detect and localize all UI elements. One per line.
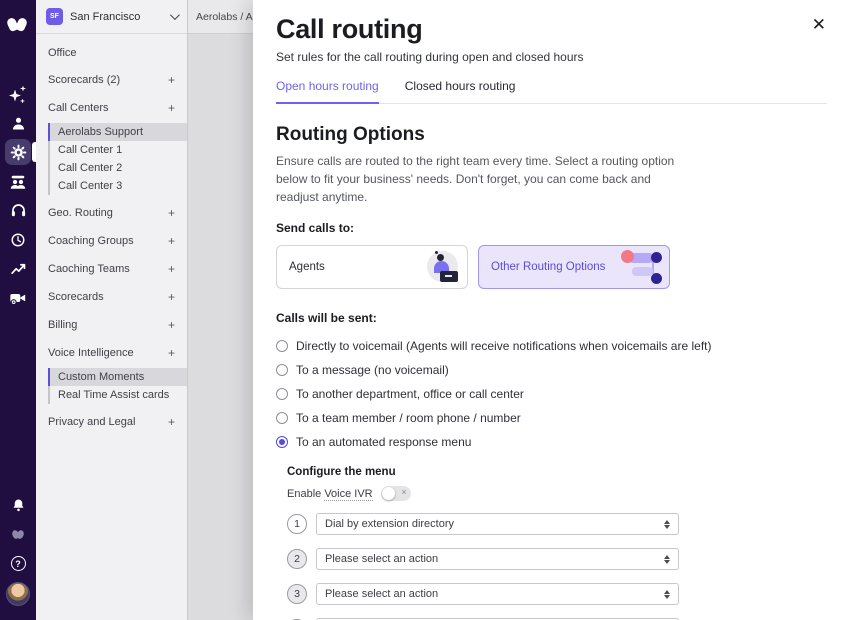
dialpad-logo-icon[interactable] bbox=[0, 8, 36, 44]
workspace-badge: SF bbox=[46, 8, 63, 25]
routing-tabs: Open hours routing Closed hours routing bbox=[276, 79, 827, 104]
radio-icon bbox=[276, 340, 288, 352]
user-avatar[interactable] bbox=[0, 578, 36, 610]
sidebar-nav: Office Scorecards (2)+ Call Centers+ Aer… bbox=[36, 34, 187, 436]
menu-row-1: 1 Dial by extension directory bbox=[287, 513, 827, 535]
workspace-name: San Francisco bbox=[70, 11, 163, 23]
contacts-person-icon[interactable] bbox=[0, 109, 36, 138]
agents-card[interactable]: Agents bbox=[276, 245, 468, 289]
meetings-camera-icon[interactable] bbox=[0, 283, 36, 312]
action-select-1[interactable]: Dial by extension directory bbox=[316, 513, 679, 535]
ai-sparkles-icon[interactable] bbox=[0, 80, 36, 109]
sidebar-item-office[interactable]: Office bbox=[36, 40, 187, 66]
menu-row-2: 2 Please select an action bbox=[287, 548, 827, 570]
notifications-bell-icon[interactable] bbox=[0, 491, 36, 520]
plus-icon: + bbox=[168, 290, 175, 304]
radio-icon bbox=[276, 388, 288, 400]
analytics-trend-icon[interactable] bbox=[0, 254, 36, 283]
sidebar-item-voice-intelligence[interactable]: Voice Intelligence+ bbox=[36, 339, 187, 367]
action-select-2[interactable]: Please select an action bbox=[316, 548, 679, 570]
routing-flow-illustration-icon bbox=[619, 249, 663, 285]
radio-team-member[interactable]: To a team member / room phone / number bbox=[276, 406, 827, 430]
key-number-badge: 1 bbox=[287, 514, 307, 534]
plus-icon: + bbox=[168, 206, 175, 220]
app-rail: ? bbox=[0, 0, 36, 620]
routing-options-description: Ensure calls are routed to the right tea… bbox=[276, 152, 684, 206]
menu-row-3: 3 Please select an action bbox=[287, 583, 827, 605]
workspace-selector[interactable]: SF San Francisco bbox=[36, 0, 187, 34]
tab-open-hours-routing[interactable]: Open hours routing bbox=[276, 79, 379, 104]
sidebar-item-custom-moments[interactable]: Custom Moments bbox=[48, 368, 187, 386]
close-icon[interactable]: ✕ bbox=[812, 16, 826, 33]
select-arrows-icon bbox=[664, 555, 670, 564]
toggle-off-icon: × bbox=[401, 487, 406, 497]
routing-options-heading: Routing Options bbox=[276, 124, 827, 146]
sidebar-item-privacy-and-legal[interactable]: Privacy and Legal+ bbox=[36, 408, 187, 436]
sidebar-item-scorecards[interactable]: Scorecards+ bbox=[36, 283, 187, 311]
sidebar-item-call-center-1[interactable]: Call Center 1 bbox=[50, 141, 187, 159]
breadcrumb[interactable]: Aerolabs / Adm bbox=[196, 11, 253, 23]
sidebar-item-billing[interactable]: Billing+ bbox=[36, 311, 187, 339]
radio-checked-icon bbox=[276, 436, 288, 448]
send-calls-to-label: Send calls to: bbox=[276, 221, 827, 235]
history-clock-icon[interactable] bbox=[0, 225, 36, 254]
panel-title: Call routing bbox=[276, 14, 827, 45]
sidebar-item-call-center-3[interactable]: Call Center 3 bbox=[50, 177, 187, 195]
radio-directly-to-voicemail[interactable]: Directly to voicemail (Agents will recei… bbox=[276, 334, 827, 358]
voice-ivr-term: Voice IVR bbox=[324, 488, 372, 501]
configure-menu-heading: Configure the menu bbox=[287, 466, 827, 478]
sidebar-item-geo-routing[interactable]: Geo. Routing+ bbox=[36, 199, 187, 227]
routing-cards: Agents Other Routing Options bbox=[276, 245, 827, 289]
chat-logo-icon[interactable] bbox=[0, 520, 36, 549]
routing-radio-group: Directly to voicemail (Agents will recei… bbox=[276, 334, 827, 454]
plus-icon: + bbox=[168, 73, 175, 87]
radio-to-a-message[interactable]: To a message (no voicemail) bbox=[276, 358, 827, 382]
radio-icon bbox=[276, 412, 288, 424]
menu-configuration: Configure the menu Enable Voice IVR × 1 … bbox=[287, 466, 827, 620]
sidebar-item-aerolabs-support[interactable]: Aerolabs Support bbox=[48, 123, 187, 141]
action-select-3[interactable]: Please select an action bbox=[316, 583, 679, 605]
dimmed-page-background: Aerolabs / Adm bbox=[188, 0, 253, 620]
radio-another-department[interactable]: To another department, office or call ce… bbox=[276, 382, 827, 406]
support-headset-icon[interactable] bbox=[0, 196, 36, 225]
radio-automated-response-menu[interactable]: To an automated response menu bbox=[276, 430, 827, 454]
call-routing-panel: ✕ Call routing Set rules for the call ro… bbox=[253, 0, 850, 620]
select-arrows-icon bbox=[664, 520, 670, 529]
plus-icon: + bbox=[168, 415, 175, 429]
sidebar-item-scorecards-2[interactable]: Scorecards (2)+ bbox=[36, 66, 187, 94]
settings-gear-icon[interactable] bbox=[0, 138, 36, 167]
other-routing-options-card[interactable]: Other Routing Options bbox=[478, 245, 670, 289]
calls-will-be-sent-label: Calls will be sent: bbox=[276, 311, 827, 325]
sidebar-item-call-centers[interactable]: Call Centers+ bbox=[36, 94, 187, 122]
voice-ivr-toggle[interactable]: × bbox=[381, 486, 411, 501]
sidebar-item-call-center-2[interactable]: Call Center 2 bbox=[50, 159, 187, 177]
radio-icon bbox=[276, 364, 288, 376]
select-arrows-icon bbox=[664, 590, 670, 599]
ivr-menu-rows: 1 Dial by extension directory 2 Please s… bbox=[287, 513, 827, 620]
enable-voice-ivr-row: Enable Voice IVR × bbox=[287, 486, 827, 501]
agent-illustration-icon bbox=[417, 249, 461, 285]
sidebar-item-coaching-teams[interactable]: Caoching Teams+ bbox=[36, 255, 187, 283]
plus-icon: + bbox=[168, 318, 175, 332]
key-number-badge: 2 bbox=[287, 549, 307, 569]
tab-closed-hours-routing[interactable]: Closed hours routing bbox=[405, 79, 516, 103]
plus-icon: + bbox=[168, 346, 175, 360]
call-center-people-icon[interactable] bbox=[0, 167, 36, 196]
settings-sidebar: SF San Francisco Office Scorecards (2)+ … bbox=[36, 0, 188, 620]
plus-icon: + bbox=[168, 234, 175, 248]
plus-icon: + bbox=[168, 101, 175, 115]
active-indicator bbox=[32, 142, 36, 162]
sidebar-item-coaching-groups[interactable]: Coaching Groups+ bbox=[36, 227, 187, 255]
breadcrumb-bar: Aerolabs / Adm bbox=[188, 0, 253, 34]
sidebar-item-real-time-assist-cards[interactable]: Real Time Assist cards bbox=[50, 386, 187, 404]
key-number-badge: 3 bbox=[287, 584, 307, 604]
panel-subtitle: Set rules for the call routing during op… bbox=[276, 50, 827, 64]
help-icon[interactable]: ? bbox=[0, 549, 36, 578]
chevron-down-icon bbox=[170, 10, 180, 20]
plus-icon: + bbox=[168, 262, 175, 276]
